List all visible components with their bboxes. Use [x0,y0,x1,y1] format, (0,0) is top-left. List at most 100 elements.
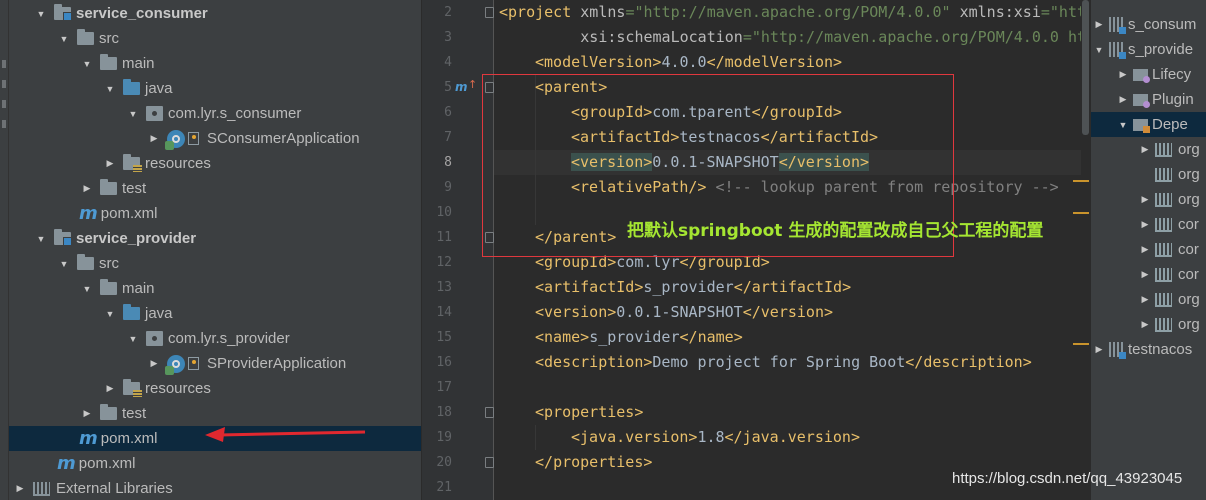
expanded-arrow-icon[interactable]: ▼ [57,34,71,44]
tree-row-src[interactable]: ▼ src [9,26,421,51]
tree-row-resources[interactable]: ▶ resources [9,151,421,176]
tree-row-test[interactable]: ▶ test [9,176,421,201]
collapsed-arrow-icon[interactable]: ▶ [103,158,117,169]
collapsed-arrow-icon[interactable]: ▶ [13,483,27,494]
maven-row-label: testnacos [1128,341,1193,358]
collapsed-arrow-icon[interactable]: ▶ [147,133,161,144]
fold-marker-icon[interactable] [485,7,494,18]
expanded-arrow-icon[interactable]: ▼ [126,109,140,119]
code-token: "http://maven.apache.org/POM/4.0.0 htt [751,28,1090,46]
code-line[interactable]: <java.version>1.8</java.version> [571,425,860,450]
maven-row[interactable]: ▶ testnacos [1091,337,1206,362]
tree-row-pom[interactable]: m pom.xml [9,201,421,226]
tree-row-sconsumer-application[interactable]: ▶ SConsumerApplication [9,126,421,151]
maven-dependency-row[interactable]: ▶ org [1091,162,1206,187]
maven-row[interactable]: ▶ s_consum [1091,12,1206,37]
tree-row-src[interactable]: ▼ src [9,251,421,276]
code-line[interactable]: <groupId>com.lyr</groupId> [535,250,770,275]
editor-scrollbar[interactable] [1081,0,1090,500]
code-editor[interactable]: 2 3 4 5 6 7 8 9 10 11 12 13 14 15 16 17 … [422,0,1090,500]
expanded-arrow-icon[interactable]: ▼ [34,234,48,244]
collapsed-arrow-icon[interactable]: ▶ [1093,19,1105,30]
expanded-arrow-icon[interactable]: ▼ [80,59,94,69]
collapsed-arrow-icon[interactable]: ▶ [1139,319,1151,330]
code-line[interactable]: xsi:schemaLocation="http://maven.apache.… [499,25,1090,50]
fold-marker-icon[interactable] [485,82,494,93]
fold-marker-icon[interactable] [485,232,494,243]
maven-dependency-row[interactable]: ▶ cor [1091,237,1206,262]
expanded-arrow-icon[interactable]: ▼ [57,259,71,269]
tree-row-java[interactable]: ▼ java [9,301,421,326]
collapsed-arrow-icon[interactable]: ▶ [1139,244,1151,255]
tree-row-root-pom[interactable]: m pom.xml [9,451,421,476]
collapsed-arrow-icon[interactable]: ▶ [1117,94,1129,105]
maven-dependency-row[interactable]: ▶ org [1091,312,1206,337]
collapsed-arrow-icon[interactable]: ▶ [103,383,117,394]
tree-row-external-libraries[interactable]: ▶ External Libraries [9,476,421,500]
maven-row[interactable]: ▼ s_provide [1091,37,1206,62]
tree-row-package[interactable]: ▼ com.lyr.s_consumer [9,101,421,126]
code-line[interactable]: <artifactId>s_provider</artifactId> [535,275,851,300]
tree-row-package[interactable]: ▼ com.lyr.s_provider [9,326,421,351]
code-line[interactable]: <artifactId>testnacos</artifactId> [571,125,878,150]
tree-row-service-provider[interactable]: ▼ service_provider [9,226,421,251]
warning-stripe-marker[interactable] [1073,212,1089,214]
maven-dependency-row[interactable]: ▶ cor [1091,212,1206,237]
maven-row-label: org [1178,141,1200,158]
tree-row-java[interactable]: ▼ java [9,76,421,101]
fold-marker-icon[interactable] [485,457,494,468]
tree-row-resources[interactable]: ▶ resources [9,376,421,401]
expanded-arrow-icon[interactable]: ▼ [103,84,117,94]
code-line[interactable]: <modelVersion>4.0.0</modelVersion> [535,50,842,75]
expanded-arrow-icon[interactable]: ▼ [1093,45,1105,55]
maven-row-label: cor [1178,216,1199,233]
maven-dependency-row[interactable]: ▶ cor [1091,262,1206,287]
collapsed-arrow-icon[interactable]: ▶ [1139,294,1151,305]
code-line[interactable]: <name>s_provider</name> [535,325,743,350]
code-line[interactable]: <description>Demo project for Spring Boo… [535,350,1032,375]
tree-row-main[interactable]: ▼ main [9,276,421,301]
collapsed-arrow-icon[interactable]: ▶ [1139,219,1151,230]
expanded-arrow-icon[interactable]: ▼ [1117,120,1129,130]
maven-row-lifecycle[interactable]: ▶ Lifecy [1091,62,1206,87]
collapsed-arrow-icon[interactable]: ▶ [147,358,161,369]
warning-stripe-marker[interactable] [1073,343,1089,345]
collapsed-arrow-icon[interactable]: ▶ [1093,344,1105,355]
collapsed-arrow-icon[interactable]: ▶ [1117,69,1129,80]
collapsed-arrow-icon[interactable]: ▶ [1139,269,1151,280]
expanded-arrow-icon[interactable]: ▼ [34,9,48,19]
expanded-arrow-icon[interactable]: ▼ [80,284,94,294]
code-token: parent [553,228,608,246]
code-line[interactable]: <version>0.0.1-SNAPSHOT</version> [535,300,833,325]
code-line[interactable]: <parent> [535,75,607,100]
tree-row-main[interactable]: ▼ main [9,51,421,76]
left-tool-stripe[interactable] [0,0,9,500]
maven-dependency-row[interactable]: ▶ org [1091,187,1206,212]
expanded-arrow-icon[interactable]: ▼ [126,334,140,344]
warning-stripe-marker[interactable] [1073,180,1089,182]
fold-marker-icon[interactable] [485,407,494,418]
code-line[interactable]: <properties> [535,400,643,425]
scrollbar-thumb[interactable] [1082,0,1089,135]
code-line[interactable]: <relativePath/> <!-- lookup parent from … [571,175,1059,200]
maven-row-plugins[interactable]: ▶ Plugin [1091,87,1206,112]
overrides-maven-marker-icon[interactable]: m [455,80,468,94]
maven-dependency-row[interactable]: ▶ org [1091,287,1206,312]
plugins-folder-icon [1133,93,1150,108]
tree-row-test[interactable]: ▶ test [9,401,421,426]
maven-dependency-row[interactable]: ▶ org [1091,137,1206,162]
collapsed-arrow-icon[interactable]: ▶ [80,408,94,419]
maven-row-dependencies[interactable]: ▼ Depe [1091,112,1206,137]
code-line[interactable]: </properties> [535,450,652,475]
code-line[interactable]: <project xmlns = "http://maven.apache.org/… [499,0,1090,25]
tree-row-sprovider-application[interactable]: ▶ SProviderApplication [9,351,421,376]
code-line-current[interactable]: <version>0.0.1-SNAPSHOT</version> [571,150,870,175]
collapsed-arrow-icon[interactable]: ▶ [1139,194,1151,205]
collapsed-arrow-icon[interactable]: ▶ [80,183,94,194]
tree-row-service-consumer[interactable]: ▼ service_consumer [9,1,421,26]
code-token: version [544,303,608,321]
code-line[interactable]: </parent> [535,225,616,250]
collapsed-arrow-icon[interactable]: ▶ [1139,144,1151,155]
code-line[interactable]: <groupId>com.tparent</groupId> [571,100,842,125]
expanded-arrow-icon[interactable]: ▼ [103,309,117,319]
